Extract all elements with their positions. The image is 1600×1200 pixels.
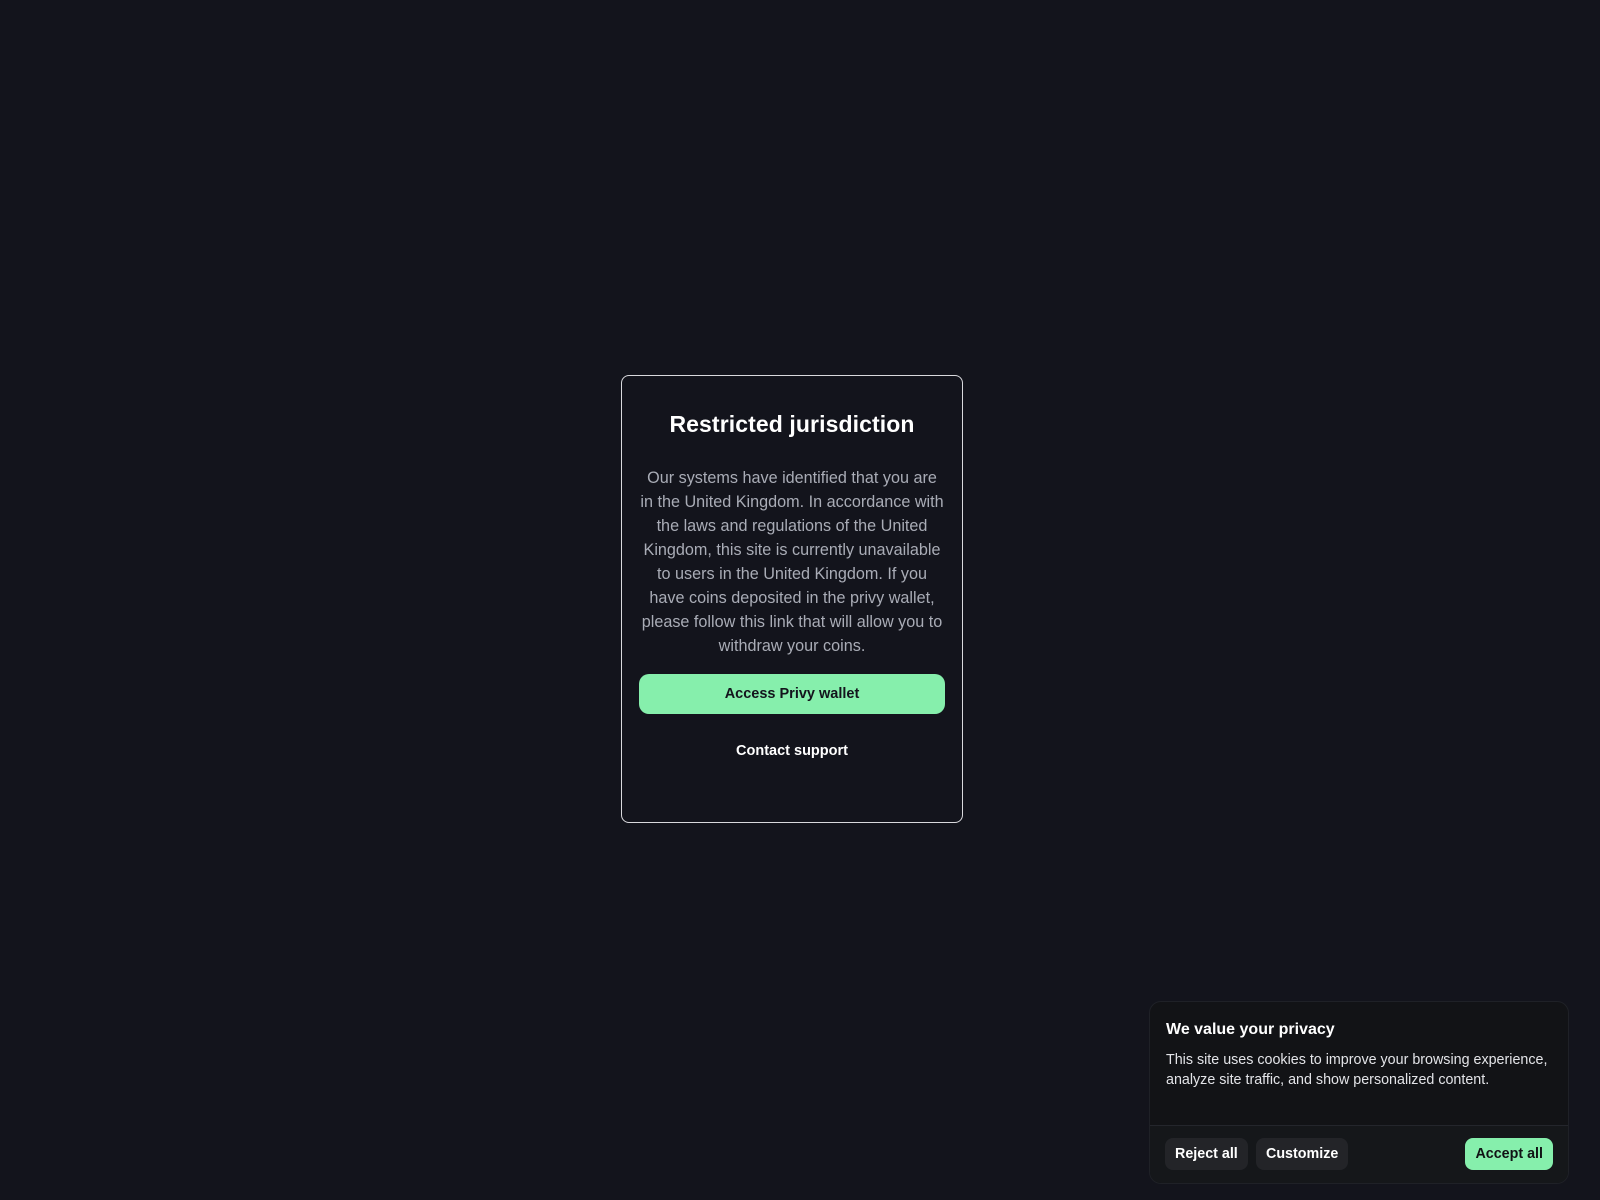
- restricted-jurisdiction-modal: Restricted jurisdiction Our systems have…: [621, 375, 963, 823]
- cookie-banner-title: We value your privacy: [1166, 1021, 1335, 1038]
- access-privy-wallet-button[interactable]: Access Privy wallet: [639, 674, 945, 714]
- cookie-banner-content: We value your privacy This site uses coo…: [1150, 1002, 1568, 1127]
- page-background: Restricted jurisdiction Our systems have…: [0, 0, 1600, 1200]
- customize-button[interactable]: Customize: [1256, 1138, 1349, 1170]
- reject-all-button[interactable]: Reject all: [1165, 1138, 1248, 1170]
- cookie-banner-actions: Reject all Customize Accept all: [1150, 1125, 1568, 1183]
- modal-body-text: Our systems have identified that you are…: [640, 469, 944, 655]
- modal-title: Restricted jurisdiction: [669, 411, 915, 437]
- contact-support-link[interactable]: Contact support: [730, 742, 854, 760]
- cookie-banner-text: This site uses cookies to improve your b…: [1166, 1052, 1548, 1088]
- accept-all-button[interactable]: Accept all: [1465, 1138, 1553, 1170]
- cookie-consent-banner: We value your privacy This site uses coo…: [1149, 1001, 1569, 1184]
